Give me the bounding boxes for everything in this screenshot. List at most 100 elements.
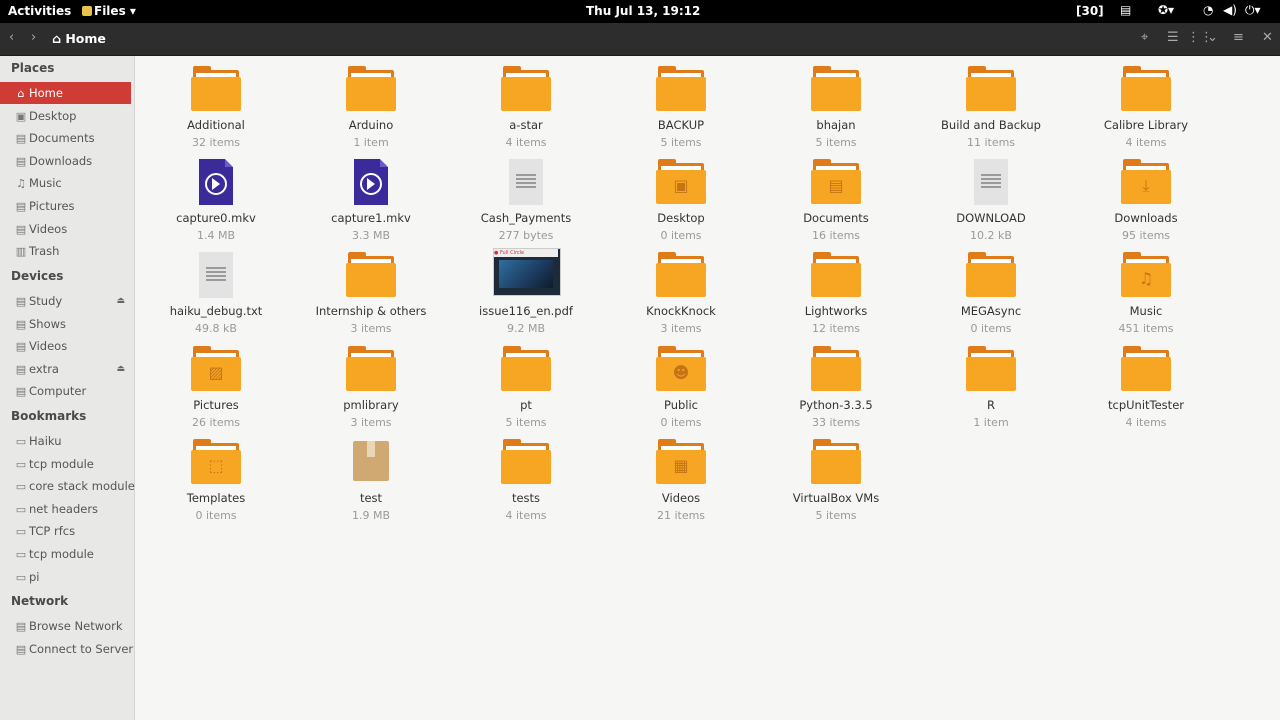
sidebar-bookmark-core-stack-module[interactable]: ▭ core stack module bbox=[0, 475, 135, 497]
sidebar-item-videos[interactable]: ▤ Videos bbox=[0, 218, 131, 240]
sidebar-bookmark-pi[interactable]: ▭ pi bbox=[0, 566, 131, 588]
file-meta: 4 items bbox=[1125, 136, 1167, 149]
path-bar-home[interactable]: ⌂ Home bbox=[52, 31, 106, 46]
folder-item[interactable]: pmlibrary 3 items bbox=[296, 345, 446, 429]
folder-item[interactable]: Calibre Library 4 items bbox=[1071, 66, 1221, 149]
folder-item[interactable]: BACKUP 5 items bbox=[606, 66, 756, 149]
sidebar-item-music[interactable]: ♫ Music bbox=[0, 172, 131, 194]
folder-item[interactable]: tests 4 items bbox=[451, 438, 601, 522]
list-view-icon[interactable]: ☰ bbox=[1167, 30, 1179, 45]
folder-item[interactable]: bhajan 5 items bbox=[761, 66, 911, 149]
sidebar-network-connect-to-server[interactable]: ▤ Connect to Server bbox=[0, 638, 133, 660]
sidebar-bookmark-tcp-rfcs[interactable]: ▭ TCP rfcs bbox=[0, 520, 131, 542]
sidebar-item-label: Study bbox=[29, 294, 63, 308]
eject-icon[interactable]: ⏏ bbox=[116, 358, 125, 380]
eject-icon[interactable]: ⏏ bbox=[116, 290, 125, 312]
file-meta: 5 items bbox=[660, 136, 702, 149]
back-button[interactable]: ‹ bbox=[9, 30, 14, 45]
file-name: capture1.mkv bbox=[331, 211, 411, 226]
file-name: a-star bbox=[509, 118, 543, 132]
folder-item[interactable]: ⤓ Downloads 95 items bbox=[1071, 159, 1221, 242]
folder-item[interactable]: KnockKnock 3 items bbox=[606, 252, 756, 335]
sidebar-bookmark-haiku[interactable]: ▭ Haiku bbox=[0, 430, 131, 452]
sidebar-item-pictures[interactable]: ▤ Pictures bbox=[0, 195, 131, 217]
clock[interactable]: Thu Jul 13, 19:12 bbox=[586, 4, 700, 18]
folder-icon bbox=[346, 252, 396, 298]
sidebar-device-extra[interactable]: ▤ extra ⏏ bbox=[0, 358, 131, 380]
activities-button[interactable]: Activities bbox=[8, 4, 71, 18]
accessibility-icon[interactable]: ✪▾ bbox=[1158, 3, 1174, 17]
location-icon[interactable]: ⌖ bbox=[1141, 30, 1148, 45]
folder-item[interactable]: Internship & others 3 items bbox=[296, 252, 446, 335]
folder-icon: ▭ bbox=[15, 502, 27, 516]
wifi-icon[interactable]: ◔ bbox=[1203, 3, 1213, 17]
file-name: test bbox=[359, 490, 383, 505]
folder-item[interactable]: Additional 32 items bbox=[141, 66, 291, 149]
close-icon[interactable]: ✕ bbox=[1262, 30, 1273, 45]
folder-icon: ▭ bbox=[15, 480, 27, 494]
folder-item[interactable]: Python-3.3.5 33 items bbox=[761, 345, 911, 429]
sidebar-device-videos[interactable]: ▤ Videos bbox=[0, 335, 131, 357]
folder-item[interactable]: ▣ Desktop 0 items bbox=[606, 159, 756, 242]
sidebar-item-documents[interactable]: ▤ Documents bbox=[0, 127, 131, 149]
file-meta: 11 items bbox=[966, 136, 1016, 149]
folder-item[interactable]: ☻ Public 0 items bbox=[606, 345, 756, 429]
view-options-chevron-icon[interactable]: ⌄ bbox=[1207, 30, 1218, 45]
file-item[interactable]: capture1.mkv 3.3 MB bbox=[296, 159, 446, 242]
sidebar-item-trash[interactable]: ▥ Trash bbox=[0, 240, 131, 262]
network-heading: Network bbox=[11, 594, 69, 608]
file-name: pmlibrary bbox=[343, 397, 399, 412]
sidebar-item-label: Computer bbox=[29, 384, 87, 399]
file-item[interactable]: ● Full Circle issue116_en.pdf 9.2 MB bbox=[451, 248, 601, 336]
menu-icon[interactable]: ≡ bbox=[1233, 30, 1244, 45]
folder-item[interactable]: Build and Backup 11 items bbox=[916, 66, 1066, 149]
file-name: pt bbox=[520, 397, 532, 412]
sidebar-bookmark-tcp-module[interactable]: ▭ tcp module bbox=[0, 453, 131, 475]
folder-item[interactable]: VirtualBox VMs 5 items bbox=[761, 438, 911, 522]
folder-item[interactable]: ♫ Music 451 items bbox=[1071, 252, 1221, 335]
sidebar-item-desktop[interactable]: ▣ Desktop bbox=[0, 105, 131, 127]
folder-item[interactable]: ▨ Pictures 26 items bbox=[141, 345, 291, 429]
folder-item[interactable]: MEGAsync 0 items bbox=[916, 252, 1066, 335]
folder-item[interactable]: a-star 4 items bbox=[451, 66, 601, 149]
forward-button[interactable]: › bbox=[31, 30, 36, 45]
file-item[interactable]: test 1.9 MB bbox=[296, 439, 446, 522]
file-item[interactable]: DOWNLOAD 10.2 kB bbox=[916, 159, 1066, 242]
folder-item[interactable]: ▤ Documents 16 items bbox=[761, 159, 911, 242]
sidebar-network-browse-network[interactable]: ▤ Browse Network bbox=[0, 615, 131, 637]
file-meta: 9.2 MB bbox=[506, 322, 546, 336]
folder-item[interactable]: tcpUnitTester 4 items bbox=[1071, 345, 1221, 429]
file-meta: 33 items bbox=[811, 415, 861, 429]
file-item[interactable]: Cash_Payments 277 bytes bbox=[451, 159, 601, 242]
power-icon[interactable]: ⏻▾ bbox=[1245, 3, 1261, 18]
file-meta: 0 items bbox=[195, 508, 237, 522]
app-menu-button[interactable]: Files ▾ bbox=[82, 4, 136, 18]
sidebar-device-computer[interactable]: ▤ Computer bbox=[0, 380, 131, 402]
file-item[interactable]: haiku_debug.txt 49.8 kB bbox=[141, 252, 291, 335]
sidebar-item-label: Videos bbox=[29, 339, 68, 354]
file-item[interactable]: capture0.mkv 1.4 MB bbox=[141, 159, 291, 242]
sidebar-bookmark-net-headers[interactable]: ▭ net headers bbox=[0, 498, 131, 520]
folder-item[interactable]: Lightworks 12 items bbox=[761, 252, 911, 335]
file-name: Additional bbox=[187, 118, 245, 132]
path-label: Home bbox=[65, 31, 106, 46]
volume-icon[interactable]: ◀) bbox=[1223, 3, 1237, 17]
folder-icon: ▭ bbox=[15, 525, 27, 539]
file-name: Build and Backup bbox=[941, 118, 1041, 132]
folder-item[interactable]: ▦ Videos 21 items bbox=[606, 438, 756, 522]
file-meta: 26 items bbox=[191, 415, 241, 429]
file-meta: 0 items bbox=[970, 322, 1012, 336]
sidebar-item-home[interactable]: ⌂ Home bbox=[0, 82, 131, 104]
bookmarks-heading: Bookmarks bbox=[11, 409, 87, 423]
folder-item[interactable]: Arduino 1 item bbox=[296, 66, 446, 149]
folder-item[interactable]: R 1 item bbox=[916, 345, 1066, 429]
sidebar-device-study[interactable]: ▤ Study ⏏ bbox=[0, 290, 131, 312]
folder-item[interactable]: ⬚ Templates 0 items bbox=[141, 438, 291, 522]
workspace-badge[interactable]: [30] bbox=[1076, 4, 1104, 18]
sidebar-device-shows[interactable]: ▤ Shows bbox=[0, 313, 131, 335]
clipboard-icon[interactable]: ▤ bbox=[1120, 3, 1131, 17]
sidebar-bookmark-tcp-module[interactable]: ▭ tcp module bbox=[0, 543, 131, 565]
folder-item[interactable]: pt 5 items bbox=[451, 345, 601, 429]
pdf-icon: ● Full Circle bbox=[493, 248, 561, 298]
sidebar-item-downloads[interactable]: ▤ Downloads bbox=[0, 150, 131, 172]
